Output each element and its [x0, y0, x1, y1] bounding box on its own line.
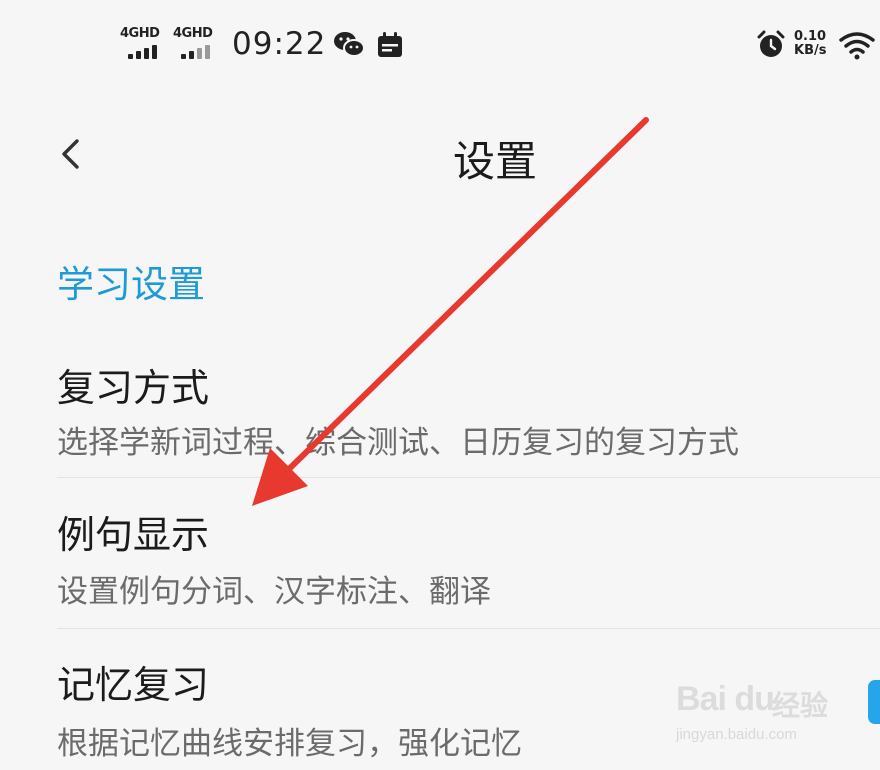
network-speed-unit: KB/s	[794, 43, 827, 58]
divider	[57, 477, 880, 478]
settings-item-title: 记忆复习	[57, 663, 210, 707]
wechat-icon	[334, 32, 365, 57]
app-header: 设置	[0, 100, 880, 210]
wifi-icon	[839, 32, 875, 60]
watermark-brand-cn: 经验	[772, 689, 829, 722]
section-header-study-settings: 学习设置	[57, 263, 205, 306]
page-title: 设置	[452, 137, 537, 186]
settings-item-description: 选择学新词过程、综合测试、日历复习的复习方式	[57, 425, 739, 461]
signal-strength-sim1: 4GHD	[120, 26, 168, 60]
alarm-icon	[757, 30, 785, 57]
signal-strength-sim2: 4GHD	[173, 26, 221, 60]
status-bar: 4GHD 4GHD 09:22 0.10 KB/s	[0, 0, 880, 90]
baidu-jingyan-watermark: Bai du 经验 jingyan.baidu.com	[676, 680, 846, 760]
clock: 09:22	[232, 26, 327, 62]
network-speed-value: 0.10	[794, 29, 827, 44]
settings-item-review-mode[interactable]: 复习方式 选择学新词过程、综合测试、日历复习的复习方式	[0, 345, 880, 477]
settings-item-description: 根据记忆曲线安排复习，强化记忆	[57, 726, 522, 762]
settings-item-title: 例句显示	[57, 513, 210, 557]
signal-bars-icon	[128, 43, 164, 59]
settings-item-title: 复习方式	[57, 366, 210, 410]
watermark-url: jingyan.baidu.com	[676, 726, 797, 743]
calendar-icon	[378, 32, 402, 57]
edge-floating-tab[interactable]	[868, 680, 880, 724]
settings-item-example-display[interactable]: 例句显示 设置例句分词、汉字标注、翻译	[0, 490, 880, 626]
signal-bars-icon	[181, 43, 217, 59]
signal-label: 4GHD	[173, 26, 213, 41]
network-speed: 0.10 KB/s	[794, 30, 834, 58]
signal-label: 4GHD	[120, 26, 160, 41]
watermark-brand: Bai du	[676, 680, 775, 718]
settings-item-description: 设置例句分词、汉字标注、翻译	[57, 574, 491, 610]
divider	[57, 628, 880, 629]
